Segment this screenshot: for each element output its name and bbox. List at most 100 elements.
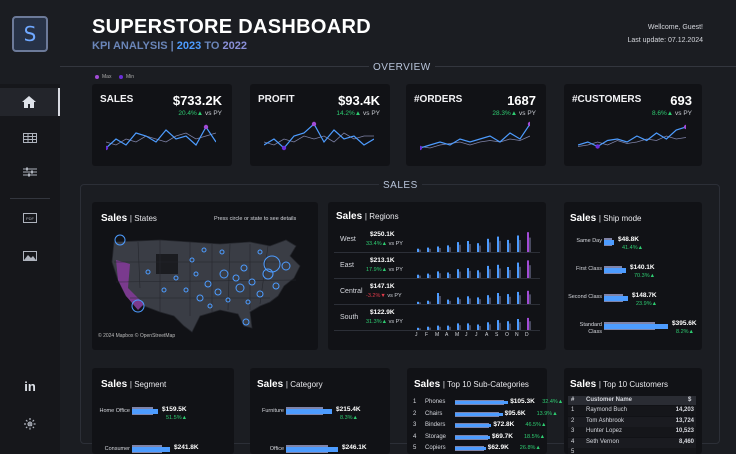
shipmode-value: $140.1K — [630, 264, 655, 271]
shipmode-name[interactable]: First Class — [568, 266, 602, 273]
category-bar[interactable] — [286, 409, 332, 414]
month-bar-py — [479, 299, 481, 304]
subcategories-panel: Sales | Top 10 Sub-Categories 1 Phones $10… — [407, 368, 563, 454]
up-arrow-icon: ▲ — [181, 415, 188, 421]
map-credit: © 2024 Mapbox © OpenStreetMap — [98, 333, 176, 339]
subcat-bar[interactable] — [455, 435, 490, 439]
region-value: $250.1K — [370, 231, 395, 238]
category-name[interactable]: Office — [250, 446, 284, 453]
kpi-card-sales[interactable]: SALES $733.2K 20.4%▲ vs PY — [92, 84, 232, 166]
sidebar-item-image[interactable] — [0, 242, 60, 270]
subcat-name[interactable]: Phones — [425, 399, 445, 405]
month-bar-py — [469, 298, 471, 304]
region-name[interactable]: West — [340, 236, 356, 243]
region-vs: vs PY — [387, 241, 403, 247]
year-previous[interactable]: 2022 — [222, 40, 246, 52]
regions-title: Sales | Regions — [336, 211, 399, 222]
shipmode-pct: 41.4% — [622, 245, 638, 251]
shipmode-name[interactable]: Second Class — [568, 294, 602, 301]
sidebar-item-filters[interactable] — [0, 158, 60, 186]
month-bar-py — [529, 294, 531, 304]
month-bar-py — [519, 295, 521, 304]
up-arrow-icon: ▲ — [688, 329, 694, 335]
segment-name[interactable]: Home Office — [96, 408, 130, 415]
month-bar — [507, 267, 509, 278]
region-delta: 33.4%▲ vs PY — [366, 241, 403, 247]
max-marker — [311, 121, 317, 127]
regions-panel: Sales | Regions West $250.1K 33.4%▲ vs PY E… — [328, 202, 546, 350]
customer-rank: 1 — [571, 407, 575, 413]
shipmode-name[interactable]: Standard Class — [568, 322, 602, 336]
table-row[interactable] — [568, 448, 696, 454]
app-logo[interactable]: S — [12, 16, 48, 52]
sidebar-item-linkedin[interactable]: in — [0, 372, 60, 400]
sidebar: PDF in — [0, 84, 60, 454]
month-bar — [427, 326, 429, 330]
subcat-bar[interactable] — [455, 401, 509, 404]
month-bar — [427, 300, 429, 304]
segment-name[interactable]: Consumer — [96, 446, 130, 453]
customer-rank: 4 — [571, 438, 575, 445]
segment-delta: 51.5%▲ — [166, 415, 187, 421]
sidebar-item-home[interactable] — [0, 88, 60, 116]
kpi-pct: 8.6% — [651, 110, 667, 117]
shipmode-title: Sales | Ship mode — [570, 213, 642, 224]
subcat-name[interactable]: Binders — [425, 422, 445, 428]
category-bar[interactable] — [286, 447, 338, 452]
last-update: Last update: 07.12.2024 — [627, 37, 703, 44]
home-icon — [22, 96, 36, 108]
month-bar — [427, 273, 429, 278]
shipmode-name[interactable]: Same Day — [568, 238, 602, 245]
segment-bar[interactable] — [132, 409, 158, 414]
region-name[interactable]: Central — [340, 288, 363, 295]
subcat-name[interactable]: Storage — [425, 434, 446, 440]
segment-bar[interactable] — [132, 447, 170, 452]
month-bar-py — [429, 327, 431, 330]
subcat-name[interactable]: Copiers — [425, 445, 446, 451]
month-bar — [437, 293, 439, 304]
customer-rank: 3 — [571, 428, 575, 434]
subcat-bar[interactable] — [455, 447, 486, 450]
sidebar-item-table[interactable] — [0, 124, 60, 152]
kpi-delta: 28.3%▲ vs PY — [492, 110, 536, 117]
shipmode-bar[interactable] — [604, 324, 668, 329]
subcat-bar[interactable] — [455, 424, 492, 427]
us-map[interactable] — [100, 232, 312, 340]
shipmode-bar[interactable] — [604, 296, 628, 301]
col-rank: # — [571, 397, 575, 403]
shipmode-pct: 23.9% — [636, 301, 652, 307]
sidebar-item-pdf[interactable]: PDF — [0, 204, 60, 232]
region-value: $147.1K — [370, 283, 395, 290]
region-name[interactable]: South — [340, 314, 358, 321]
states-panel: Sales | States Press circle or state to … — [92, 202, 318, 350]
month-bar-py — [519, 240, 521, 252]
kpi-sparkline — [420, 121, 530, 151]
kpi-vs: vs PY — [673, 110, 692, 117]
states-title: Sales | States — [101, 213, 157, 224]
month-bar — [487, 295, 489, 304]
kpi-sparkline — [264, 121, 374, 151]
month-bar — [457, 323, 459, 330]
shipmode-value: $48.8K — [618, 236, 639, 243]
kpi-card-num-orders[interactable]: #ORDERS 1687 28.3%▲ vs PY — [406, 84, 546, 166]
subcat-bar[interactable] — [455, 412, 503, 416]
sidebar-item-tableau[interactable] — [0, 410, 60, 438]
region-delta: 17.9%▲ vs PY — [366, 267, 403, 273]
overview-title: OVERVIEW — [369, 62, 435, 73]
shipmode-bar[interactable] — [604, 268, 626, 273]
year-current[interactable]: 2023 — [177, 40, 201, 52]
kpi-card-num-customers[interactable]: #CUSTOMERS 693 8.6%▲ vs PY — [564, 84, 702, 166]
month-bar — [417, 301, 419, 304]
kpi-card-profit[interactable]: PROFIT $93.4K 14.2%▲ vs PY — [250, 84, 390, 166]
region-divider — [334, 304, 540, 305]
category-name[interactable]: Furniture — [250, 408, 284, 415]
month-bar — [427, 247, 429, 252]
month-bar — [507, 294, 509, 304]
month-bar — [517, 262, 519, 278]
shipmode-bar[interactable] — [604, 240, 614, 245]
subcat-pct: 46.5% — [525, 422, 541, 428]
region-name[interactable]: East — [340, 262, 354, 269]
subcat-name[interactable]: Chairs — [425, 411, 442, 417]
month-bar-py — [439, 248, 441, 252]
map-hint: Press circle or state to see details — [214, 216, 297, 222]
